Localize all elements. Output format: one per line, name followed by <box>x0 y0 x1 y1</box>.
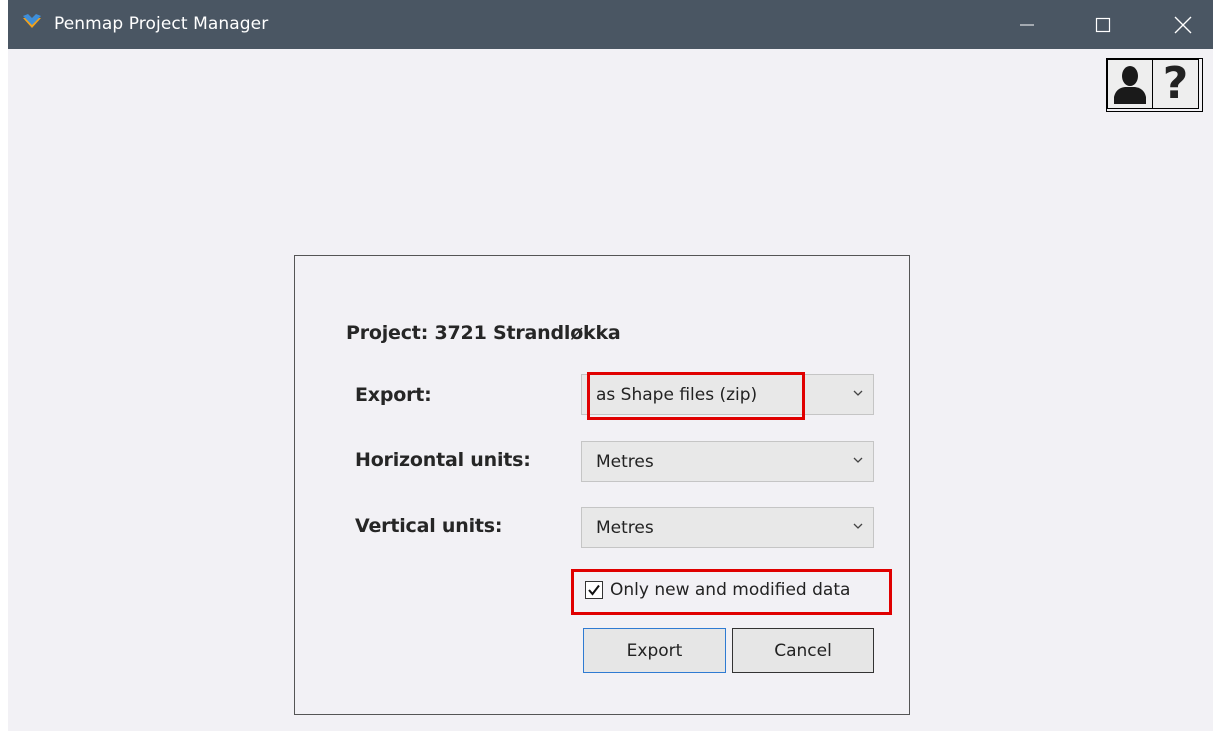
only-new-modified-label: Only new and modified data <box>610 580 851 600</box>
export-label: Export: <box>355 384 432 406</box>
only-new-modified-checkbox[interactable] <box>585 581 603 599</box>
horizontal-units-label: Horizontal units: <box>355 449 531 471</box>
only-new-modified-option[interactable]: Only new and modified data <box>585 578 850 602</box>
vertical-units-label: Vertical units: <box>355 515 503 537</box>
vertical-units-value: Metres <box>596 518 654 538</box>
minimize-button[interactable] <box>1002 0 1052 49</box>
export-format-select[interactable]: as Shape files (zip) <box>581 374 874 415</box>
account-help-toolbar: ? <box>1106 58 1203 112</box>
maximize-button[interactable] <box>1078 0 1128 49</box>
export-format-value: as Shape files (zip) <box>596 385 758 405</box>
help-icon: ? <box>1162 58 1189 109</box>
penmap-logo-icon <box>23 14 41 28</box>
user-button[interactable] <box>1107 59 1153 109</box>
horizontal-units-value: Metres <box>596 452 654 472</box>
checkmark-icon <box>588 584 600 596</box>
minimize-icon <box>1020 24 1034 25</box>
title-bar: Penmap Project Manager <box>8 0 1213 49</box>
project-title: Project: 3721 Strandløkka <box>346 322 621 344</box>
vertical-units-select[interactable]: Metres <box>581 507 874 548</box>
export-button[interactable]: Export <box>583 628 726 673</box>
chevron-down-icon <box>853 457 863 463</box>
horizontal-units-select[interactable]: Metres <box>581 441 874 482</box>
help-button[interactable]: ? <box>1153 59 1199 109</box>
close-button[interactable] <box>1158 0 1208 49</box>
close-icon <box>1174 16 1192 33</box>
chevron-down-icon <box>853 523 863 529</box>
cancel-button[interactable]: Cancel <box>732 628 874 673</box>
user-icon <box>1114 66 1146 104</box>
chevron-down-icon <box>853 390 863 396</box>
maximize-icon <box>1095 17 1111 32</box>
window-title: Penmap Project Manager <box>54 14 269 34</box>
